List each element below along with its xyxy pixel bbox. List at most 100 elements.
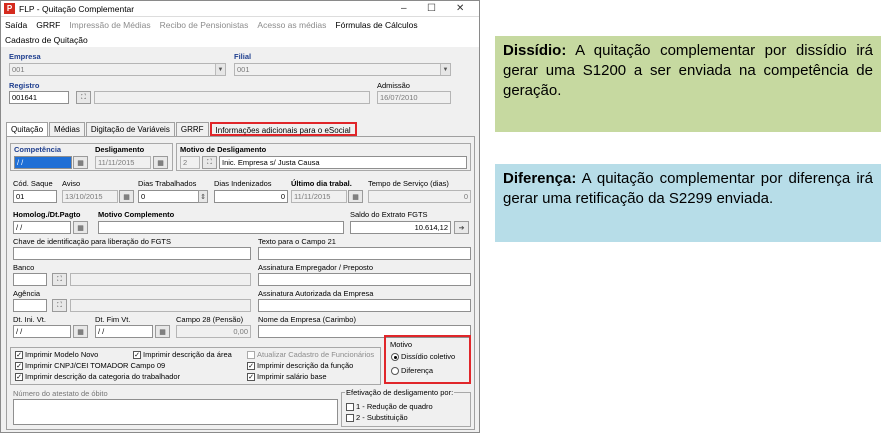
dissidio-note-title: Dissídio: <box>503 42 567 59</box>
dt-fim-label: Dt. Fim Vt. <box>95 315 131 324</box>
admissao-field: 16/07/2010 <box>377 91 451 104</box>
competencia-input[interactable]: / / <box>14 156 72 169</box>
dt-ini-calendar-icon[interactable]: ▦ <box>73 325 88 338</box>
check-substituicao-label: 2 - Substituição <box>356 413 408 422</box>
empresa-select[interactable]: 001 <box>9 63 226 76</box>
menu-acesso-medias[interactable]: Acesso as médias <box>257 20 326 33</box>
menu-saida[interactable]: Saída <box>5 20 27 33</box>
motivo-compl-input[interactable] <box>98 221 344 234</box>
chave-input[interactable] <box>13 247 251 260</box>
saldo-input[interactable]: 10.614,12 <box>350 221 451 234</box>
motivo-title: Motivo <box>390 340 413 349</box>
menu-cadastro-quitacao[interactable]: Cadastro de Quitação <box>5 35 88 48</box>
banco-search-icon[interactable]: ⛶ <box>52 273 67 286</box>
banco-label: Banco <box>13 263 35 272</box>
filial-value: 001 <box>237 65 250 74</box>
agencia-desc-field <box>70 299 251 312</box>
check-modelo-novo[interactable]: ✓ Imprimir Modelo Novo <box>15 350 98 359</box>
check-desc-funcao[interactable]: ✓ Imprimir descrição da função <box>247 361 353 370</box>
check-substituicao[interactable]: 2 - Substituição <box>346 413 408 422</box>
radio-unselected-icon[interactable] <box>391 366 399 375</box>
tab-esocial[interactable]: Informações adicionais para o eSocial <box>209 122 357 136</box>
checkbox-unchecked-icon[interactable] <box>346 402 354 411</box>
check-modelo-novo-label: Imprimir Modelo Novo <box>25 350 99 359</box>
checkbox-checked-icon[interactable]: ✓ <box>15 350 23 359</box>
check-salario-label: Imprimir salário base <box>257 372 327 381</box>
checkbox-checked-icon[interactable]: ✓ <box>133 350 141 359</box>
tab-quitacao[interactable]: Quitação <box>6 122 49 136</box>
maximize-icon[interactable]: ☐ <box>427 3 436 14</box>
checkbox-checked-icon[interactable]: ✓ <box>15 361 23 370</box>
filial-dropdown-icon[interactable]: ▼ <box>440 64 450 75</box>
tab-digitacao-variaveis[interactable]: Digitação de Variáveis <box>85 122 175 136</box>
menu-formulas-calculos[interactable]: Fórmulas de Cálculos <box>335 20 417 33</box>
check-desc-area[interactable]: ✓ Imprimir descrição da área <box>133 350 232 359</box>
check-desc-cat[interactable]: ✓ Imprimir descrição da categoria do trab… <box>15 372 180 381</box>
checkbox-unchecked-icon[interactable] <box>247 350 255 359</box>
homolog-calendar-icon[interactable]: ▦ <box>73 221 88 234</box>
homolog-input[interactable]: / / <box>13 221 71 234</box>
dias-trab-label: Dias Trabalhados <box>138 179 197 188</box>
efetivacao-title: Efetivação de desligamento por: <box>345 388 455 397</box>
agencia-search-icon[interactable]: ⛶ <box>52 299 67 312</box>
dias-inden-input[interactable]: 0 <box>214 190 288 203</box>
menu-recibo-pensionistas[interactable]: Recibo de Pensionistas <box>160 20 249 33</box>
menu-impressao-medias[interactable]: Impressão de Médias <box>69 20 150 33</box>
competencia-label: Competência <box>14 145 62 154</box>
texto21-label: Texto para o Campo 21 <box>258 237 336 246</box>
assin-emp-input[interactable] <box>258 273 471 286</box>
cod-saque-input[interactable]: 01 <box>13 190 57 203</box>
check-atualizar[interactable]: Atualizar Cadastro de Funcionários <box>247 350 374 359</box>
radio-selected-icon[interactable] <box>391 352 399 361</box>
checkbox-checked-icon[interactable]: ✓ <box>15 372 23 381</box>
aviso-calendar-icon[interactable]: ▦ <box>119 190 134 203</box>
obito-input[interactable] <box>13 399 338 425</box>
dt-fim-input[interactable]: / / <box>95 325 153 338</box>
radio-dissidio[interactable]: Dissídio coletivo <box>391 352 455 361</box>
check-reducao-label: 1 - Redução de quadro <box>356 402 433 411</box>
radio-dissidio-label: Dissídio coletivo <box>401 352 456 361</box>
check-desc-area-label: Imprimir descrição da área <box>143 350 232 359</box>
chave-label: Chave de identificação para liberação do… <box>13 237 172 246</box>
registro-label: Registro <box>9 81 40 90</box>
tab-grrf[interactable]: GRRF <box>175 122 209 136</box>
registro-input[interactable]: 001641 <box>9 91 69 104</box>
assin-aut-input[interactable] <box>258 299 471 312</box>
diferenca-note: Diferença: A quitação complementar por d… <box>495 164 881 242</box>
motivo-desl-code: 2 <box>180 156 200 169</box>
minimize-icon[interactable]: – <box>401 3 407 14</box>
dissidio-note: Dissídio: A quitação complementar por di… <box>495 36 881 132</box>
check-cnpj[interactable]: ✓ Imprimir CNPJ/CEI TOMADOR Campo 09 <box>15 361 165 370</box>
assin-aut-label: Assinatura Autorizada da Empresa <box>258 289 374 298</box>
filial-label: Filial <box>234 52 252 61</box>
motivo-compl-label: Motivo Complemento <box>98 210 175 219</box>
aviso-field: 13/10/2015 <box>62 190 118 203</box>
texto21-input[interactable] <box>258 247 471 260</box>
tempo-servico-label: Tempo de Serviço (dias) <box>368 179 449 188</box>
checkbox-unchecked-icon[interactable] <box>346 413 354 422</box>
desligamento-calendar-icon[interactable]: ▦ <box>153 156 168 169</box>
radio-diferenca[interactable]: Diferença <box>391 366 433 375</box>
saldo-arrow-icon[interactable]: ➔ <box>454 221 469 234</box>
registro-search-icon[interactable]: ⛶ <box>76 91 91 104</box>
tab-medias[interactable]: Médias <box>49 122 85 136</box>
banco-input[interactable] <box>13 273 47 286</box>
ultimo-dia-calendar-icon[interactable]: ▦ <box>348 190 363 203</box>
dias-trab-spinner-icon[interactable]: ⇕ <box>198 190 208 203</box>
checkbox-checked-icon[interactable]: ✓ <box>247 361 255 370</box>
motivo-desl-search-icon[interactable]: ⛶ <box>202 156 217 169</box>
dt-fim-calendar-icon[interactable]: ▦ <box>155 325 170 338</box>
menu-grrf[interactable]: GRRF <box>36 20 60 33</box>
check-cnpj-label: Imprimir CNPJ/CEI TOMADOR Campo 09 <box>25 361 166 370</box>
dt-ini-input[interactable]: / / <box>13 325 71 338</box>
checkbox-checked-icon[interactable]: ✓ <box>247 372 255 381</box>
competencia-calendar-icon[interactable]: ▦ <box>73 156 88 169</box>
check-reducao[interactable]: 1 - Redução de quadro <box>346 402 433 411</box>
agencia-input[interactable] <box>13 299 47 312</box>
filial-select[interactable]: 001 <box>234 63 451 76</box>
empresa-dropdown-icon[interactable]: ▼ <box>215 64 225 75</box>
close-icon[interactable]: ✕ <box>456 3 464 14</box>
check-salario[interactable]: ✓ Imprimir salário base <box>247 372 327 381</box>
homolog-label: Homolog./Dt.Pagto <box>13 210 81 219</box>
check-desc-cat-label: Imprimir descrição da categoria do traba… <box>25 372 181 381</box>
